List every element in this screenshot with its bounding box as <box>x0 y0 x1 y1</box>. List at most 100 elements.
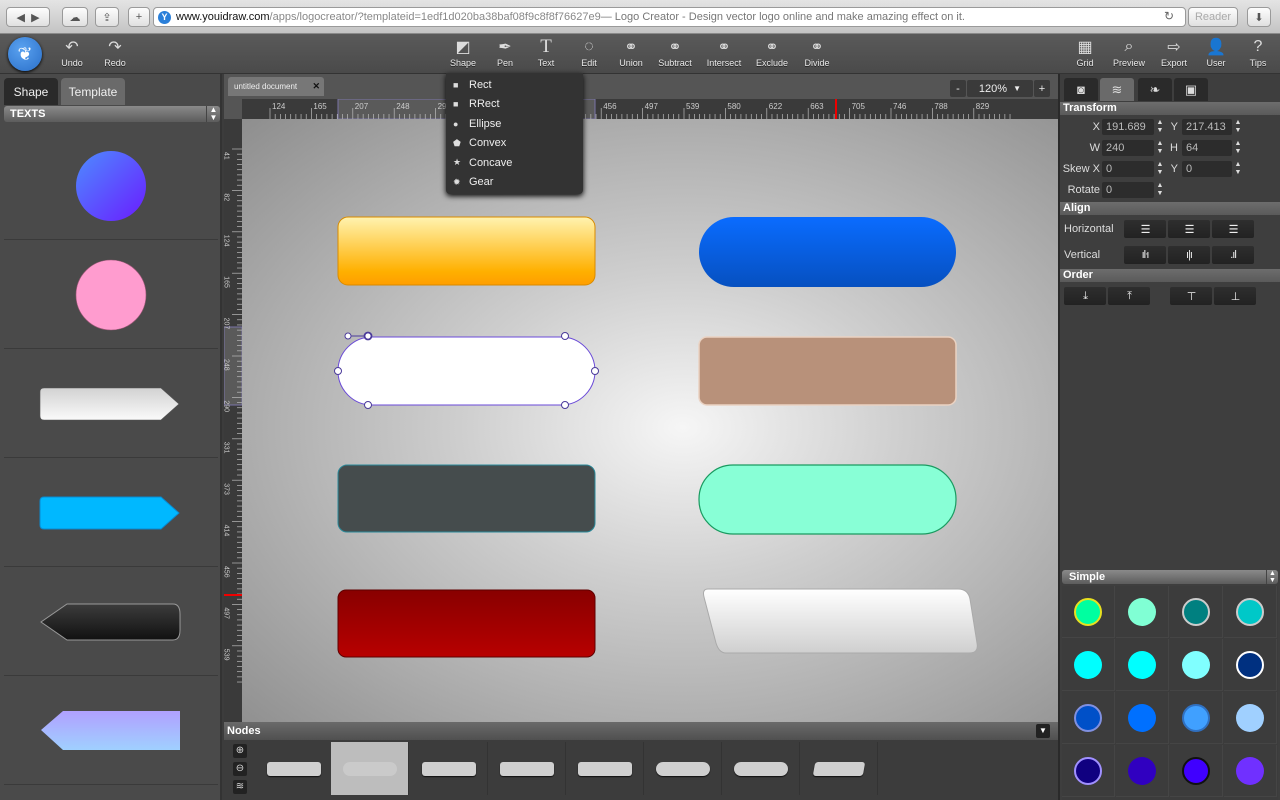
tab-document[interactable]: ▣ <box>1174 78 1208 101</box>
color-swatch[interactable] <box>1128 756 1156 785</box>
skew-x-stepper[interactable]: ▲ ▼ <box>1154 161 1166 177</box>
shape-item[interactable] <box>4 568 218 676</box>
swatch-cell[interactable] <box>1224 692 1277 744</box>
node-thumbnail[interactable] <box>800 742 878 795</box>
redo-button[interactable]: ↷ Redo <box>93 37 137 68</box>
swatch-cell[interactable] <box>1224 639 1277 691</box>
new-tab-button[interactable]: + <box>128 7 150 27</box>
node-thumbnail[interactable] <box>566 742 644 795</box>
h-input[interactable]: 64 <box>1182 140 1232 156</box>
exclude-tool[interactable]: ⚭ Exclude <box>750 37 794 68</box>
align-center-button[interactable]: ☰ <box>1168 220 1210 238</box>
shape-tool[interactable]: ◩ Shape <box>441 37 485 68</box>
intersect-tool[interactable]: ⚭ Intersect <box>702 37 746 68</box>
user-button[interactable]: 👤 User <box>1194 37 1238 68</box>
color-swatch[interactable] <box>1236 597 1264 626</box>
anchor-handle[interactable] <box>363 331 373 341</box>
color-swatch[interactable] <box>1182 650 1210 679</box>
align-top-button[interactable]: ıŀı <box>1124 246 1166 264</box>
shape-item[interactable] <box>4 350 218 458</box>
shape-item[interactable] <box>4 241 218 349</box>
zoom-level-select[interactable]: 120% ▼ <box>967 80 1033 97</box>
anchor-handle[interactable] <box>591 367 599 375</box>
icloud-tabs-button[interactable]: ☁ <box>62 7 88 27</box>
reload-icon[interactable]: ↻ <box>1164 9 1174 23</box>
grid-button[interactable]: ▦ Grid <box>1063 37 1107 68</box>
back-icon[interactable]: ◀ <box>16 11 24 24</box>
color-swatch[interactable] <box>1128 703 1156 732</box>
color-swatch[interactable] <box>1128 597 1156 626</box>
back-forward-buttons[interactable]: ◀ ▶ <box>6 7 50 27</box>
zoom-in-button[interactable]: + <box>1034 80 1050 97</box>
edit-tool[interactable]: ◌ Edit <box>567 37 611 68</box>
swatch-cell[interactable] <box>1224 745 1277 797</box>
swatch-cell[interactable] <box>1062 639 1115 691</box>
vertical-ruler[interactable]: 41 82 124 165 207 248 290 331 373 414 456 497 539 <box>223 119 243 724</box>
node-thumbnail[interactable] <box>488 742 566 795</box>
send-to-back-button[interactable]: ⤓ <box>1064 287 1106 305</box>
skew-x-input[interactable]: 0 <box>1102 161 1154 177</box>
undo-button[interactable]: ↶ Undo <box>50 37 94 68</box>
bring-forward-button[interactable]: ⊥ <box>1214 287 1256 305</box>
menu-item-convex[interactable]: ⬟ Convex <box>446 134 583 154</box>
drawing-canvas[interactable] <box>242 119 1058 724</box>
y-stepper[interactable]: ▲ ▼ <box>1232 119 1244 135</box>
tab-template[interactable]: Template <box>61 78 125 105</box>
tab-style[interactable]: ❧ <box>1138 78 1172 101</box>
palette-select[interactable]: Simple ▲ ▼ <box>1062 570 1278 584</box>
swatch-cell[interactable] <box>1116 586 1169 638</box>
preview-button[interactable]: ⌕ Preview <box>1107 37 1151 68</box>
color-swatch[interactable] <box>1236 756 1264 785</box>
w-stepper[interactable]: ▲ ▼ <box>1154 140 1166 156</box>
shape-item[interactable] <box>4 132 218 240</box>
color-swatch[interactable] <box>1128 650 1156 679</box>
dark-gray-button[interactable] <box>337 464 596 533</box>
reader-button[interactable]: Reader <box>1188 7 1238 27</box>
color-swatch[interactable] <box>1182 756 1210 785</box>
bring-to-front-button[interactable]: ⤒ <box>1108 287 1150 305</box>
anchor-handle[interactable] <box>364 401 372 409</box>
node-thumbnail[interactable] <box>410 742 488 795</box>
x-input[interactable]: 191.689 <box>1102 119 1154 135</box>
align-bottom-button[interactable]: .ıl <box>1212 246 1254 264</box>
swatch-cell[interactable] <box>1116 692 1169 744</box>
align-left-button[interactable]: ☰ <box>1124 220 1166 238</box>
align-right-button[interactable]: ☰ <box>1212 220 1254 238</box>
node-thumbnail[interactable] <box>644 742 722 795</box>
color-swatch[interactable] <box>1236 650 1264 679</box>
shape-item[interactable] <box>4 677 218 785</box>
subtract-tool[interactable]: ⚭ Subtract <box>653 37 697 68</box>
forward-icon[interactable]: ▶ <box>31 11 39 24</box>
h-stepper[interactable]: ▲ ▼ <box>1232 140 1244 156</box>
horizontal-ruler[interactable]: 1241652072482903313734144564975395806226… <box>242 98 1058 120</box>
yellow-button[interactable] <box>337 216 596 286</box>
align-middle-button[interactable]: ı|ı <box>1168 246 1210 264</box>
tab-shape[interactable]: Shape <box>4 78 58 105</box>
anchor-handle[interactable] <box>561 332 569 340</box>
swatch-cell[interactable] <box>1116 639 1169 691</box>
menu-item-ellipse[interactable]: ● Ellipse <box>446 114 583 134</box>
tab-layers[interactable]: ≋ <box>1100 78 1134 101</box>
rotate-input[interactable]: 0 <box>1102 182 1154 198</box>
color-swatch[interactable] <box>1074 703 1102 732</box>
export-button[interactable]: ⇨ Export <box>1152 37 1196 68</box>
node-thumbnail-selected[interactable] <box>331 742 409 795</box>
share-button[interactable]: ⇪ <box>95 7 119 27</box>
control-handle[interactable] <box>344 332 352 340</box>
add-node-button[interactable]: ⊕ <box>233 744 247 758</box>
menu-item-gear[interactable]: ✹ Gear <box>446 173 583 193</box>
swatch-cell[interactable] <box>1224 586 1277 638</box>
address-bar[interactable]: Y www.youidraw.com/apps/logocreator/?tem… <box>153 7 1186 27</box>
zoom-out-button[interactable]: - <box>950 80 966 97</box>
tips-button[interactable]: ? Tips <box>1236 37 1280 68</box>
node-thumbnail[interactable] <box>722 742 800 795</box>
tan-button[interactable] <box>698 336 957 406</box>
anchor-handle[interactable] <box>334 367 342 375</box>
color-swatch[interactable] <box>1074 597 1102 626</box>
text-tool[interactable]: T Text <box>524 36 568 68</box>
anchor-handle[interactable] <box>561 401 569 409</box>
white-pill-button[interactable] <box>337 336 596 406</box>
color-swatch[interactable] <box>1236 703 1264 732</box>
layers-button[interactable]: ≋ <box>233 780 247 794</box>
skew-y-stepper[interactable]: ▲ ▼ <box>1232 161 1244 177</box>
